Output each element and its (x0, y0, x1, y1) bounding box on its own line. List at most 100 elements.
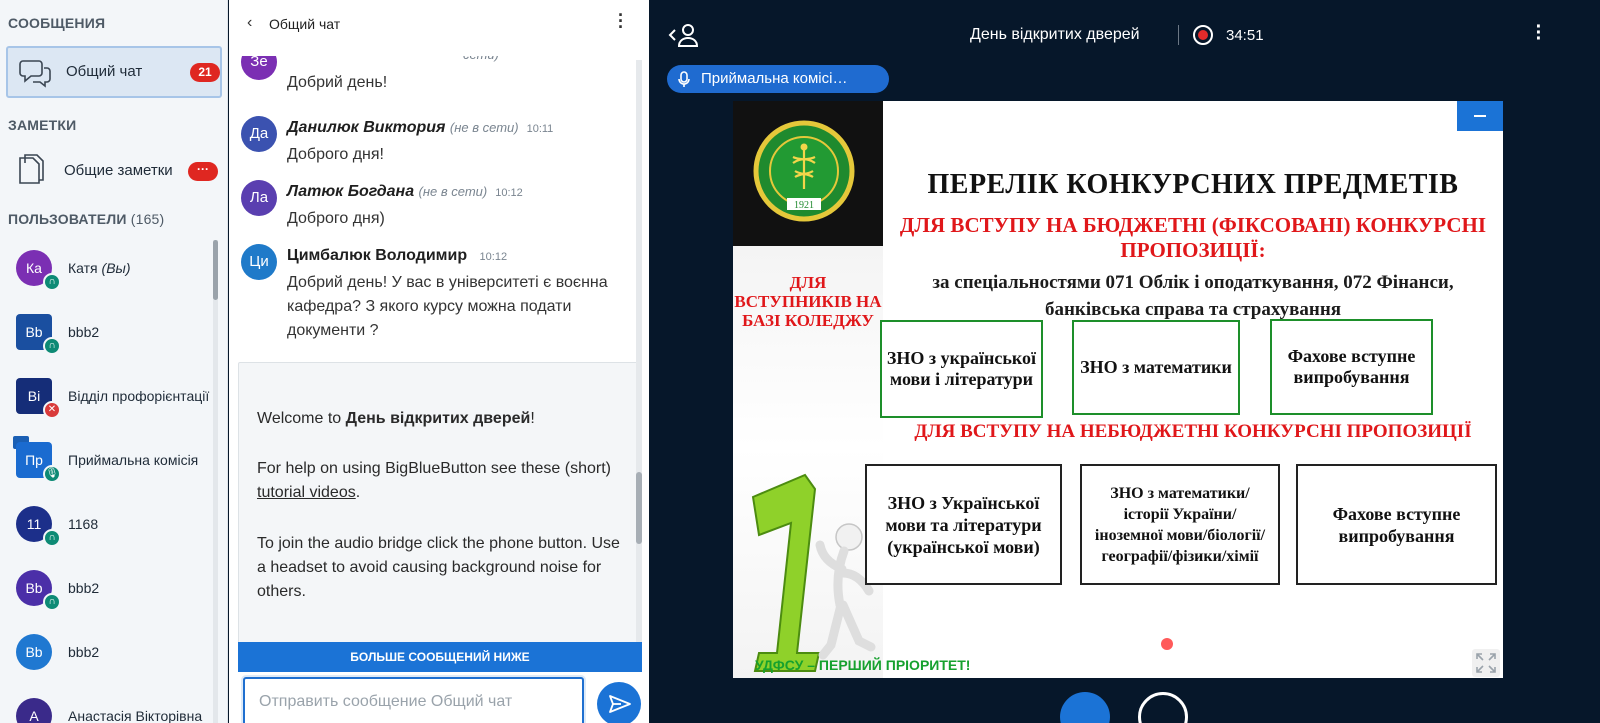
chat-scrollbar-thumb[interactable] (636, 472, 642, 544)
user-name: Відділ профорієнтації (68, 388, 210, 404)
budget-subject-box: Фахове вступне випробування (1270, 319, 1433, 415)
headphones-status-icon: ∩ (43, 529, 61, 547)
message-time: 10:12 (479, 251, 508, 263)
meeting-options-kebab-icon[interactable]: · · · (1533, 17, 1545, 49)
notes-badge: ··· (188, 162, 218, 181)
message-header: сети) (463, 56, 507, 64)
message-text: Доброго дня) (287, 210, 385, 227)
chat-scrollbar[interactable] (636, 60, 642, 642)
welcome-line: Welcome to День відкритих дверей! (257, 410, 535, 427)
chat-message-field[interactable] (243, 677, 584, 723)
minimize-presentation-button[interactable] (1457, 101, 1503, 131)
public-chat-label: Общий чат (66, 63, 143, 80)
contract-heading: ДЛЯ ВСТУПУ НА НЕБЮДЖЕТНІ КОНКУРСНІ ПРОПО… (914, 421, 1472, 442)
avatar: Bb (16, 634, 52, 670)
svg-text:1921: 1921 (794, 200, 814, 211)
message-avatar: Ла (241, 180, 277, 216)
message-time: 10:11 (526, 123, 554, 135)
recording-time: 34:51 (1226, 27, 1264, 44)
user-list-item[interactable]: 11 ∩ 1168 (0, 496, 212, 556)
tutorial-videos-link[interactable]: tutorial videos (257, 484, 356, 501)
offline-status: сети) (463, 56, 499, 62)
chat-message-input[interactable] (259, 693, 574, 711)
user-list: Ка ∩ Катя (Вы) Bb ∩ bbb2 Bi ✕ Відділ профорієнт… (0, 240, 212, 723)
offline-status: (не в сети) (418, 184, 488, 199)
presentation-slide: 1921 ДЛЯ ВСТУПНИКІВ НА БАЗІ КОЛЕДЖУ УДФС… (733, 101, 1503, 678)
user-list-item[interactable]: А Анастасія Вікторівна (0, 688, 212, 723)
slide-side-text: ДЛЯ ВСТУПНИКІВ НА БАЗІ КОЛЕДЖУ (734, 273, 882, 330)
user-list-item[interactable]: Bb bbb2 (0, 624, 212, 684)
message-avatar: Зе (241, 56, 277, 80)
scrollbar-thumb[interactable] (213, 240, 218, 300)
headphones-status-icon: ∩ (43, 593, 61, 611)
message-header: Цимбалюк Володимир 10:12 (287, 247, 507, 265)
document-icon (16, 154, 46, 193)
message-time: 10:12 (495, 187, 523, 199)
meeting-title: День відкритих дверей (970, 26, 1140, 43)
audio-button[interactable] (1060, 692, 1110, 723)
chat-title[interactable]: Общий чат (269, 16, 340, 32)
slide-footer-text: УДФСУ – ПЕРШИЙ ПРІОРИТЕТ! (755, 657, 971, 673)
user-list-icon (668, 24, 699, 47)
message-avatar: Да (241, 116, 277, 152)
users-count: (165) (130, 211, 165, 227)
budget-heading: ДЛЯ ВСТУПУ НА БЮДЖЕТНІ (ФІКСОВАНІ) КОНКУ… (899, 213, 1487, 262)
user-list-item[interactable]: Bb ∩ bbb2 (0, 560, 212, 620)
talking-indicator[interactable]: Приймальна комісі… (667, 65, 889, 93)
user-name: bbb2 (68, 644, 100, 660)
message-text: Добрий день! (287, 74, 388, 91)
chat-panel: ‹ Общий чат ··· Зе сети) Добрий день! Да Да… (229, 0, 649, 723)
shared-notes-label: Общие заметки (64, 162, 173, 179)
budget-subject-box: ЗНО з української мови і літератури (880, 320, 1043, 418)
public-chat-item[interactable]: Общий чат 21 (6, 46, 222, 98)
meeting-area: День відкритих дверей 34:51 · · · Приймаль… (650, 0, 1600, 723)
chat-options-kebab-icon[interactable]: · · · (615, 6, 627, 36)
specialties-text: за спеціальностями 071 Облік і оподаткув… (932, 272, 1454, 320)
user-list-scrollbar[interactable] (213, 240, 218, 723)
send-message-button[interactable] (597, 682, 641, 723)
user-list-item[interactable]: Bi ✕ Відділ профорієнтації (0, 368, 212, 428)
user-name: Приймальна комісія (68, 452, 199, 468)
chat-header: ‹ Общий чат · · · (229, 0, 649, 48)
mic-muted-status-icon: ✕ (43, 401, 61, 419)
user-list-item[interactable]: Пр 🎙 Приймальна комісія (0, 432, 212, 492)
user-name: bbb2 (68, 580, 100, 596)
university-seal-logo: 1921 (753, 120, 855, 222)
recording-indicator-icon[interactable] (1193, 25, 1213, 45)
unread-count-badge: 21 (190, 63, 220, 82)
avatar: А (16, 698, 52, 723)
video-button[interactable] (1138, 692, 1188, 723)
mic-status-icon: 🎙 (43, 465, 61, 483)
slide-left-strip: 1921 ДЛЯ ВСТУПНИКІВ НА БАЗІ КОЛЕДЖУ УДФС… (733, 101, 970, 678)
user-name: Катя (Вы) (68, 260, 131, 276)
message-text: Доброго дня! (287, 146, 384, 163)
minimize-icon (1474, 115, 1486, 117)
contract-subject-box: Фахове вступне випробування (1296, 464, 1497, 585)
contract-subject-box: ЗНО з Української мови та літератури (ук… (865, 464, 1062, 585)
back-chevron-icon[interactable]: ‹ (247, 14, 252, 32)
fullscreen-button[interactable] (1472, 649, 1500, 677)
talking-user-name: Приймальна комісі… (701, 70, 848, 87)
message-avatar: Ци (241, 244, 277, 280)
user-list-sidebar: СООБЩЕНИЯ Общий чат 21 ЗАМЕТКИ Общие зам… (0, 0, 228, 723)
offline-status: (не в сети) (449, 120, 519, 135)
user-name: bbb2 (68, 324, 100, 340)
more-messages-below-button[interactable]: БОЛЬШЕ СООБЩЕНИЙ НИЖЕ (238, 642, 642, 672)
budget-subject-box: ЗНО з математики (1072, 320, 1240, 415)
user-name: 1168 (68, 516, 99, 532)
title-separator (1178, 25, 1179, 45)
shared-notes-item[interactable]: Общие заметки ··· (6, 148, 222, 194)
welcome-help: For help on using BigBlueButton see thes… (257, 460, 611, 501)
contract-subject-box: ЗНО з математики/історії України/іноземн… (1080, 464, 1280, 585)
user-list-item[interactable]: Ка ∩ Катя (Вы) (0, 240, 212, 300)
headphones-status-icon: ∩ (43, 273, 61, 291)
user-name: Анастасія Вікторівна (68, 708, 203, 723)
message-list: Зе сети) Добрий день! Да Данилюк Виктория (… (229, 56, 639, 366)
toggle-user-list-button[interactable] (668, 22, 702, 48)
message-header: Данилюк Виктория (не в сети) 10:11 (287, 119, 553, 137)
message-text: Добрий день! У вас в університеті є воєн… (287, 274, 608, 339)
welcome-audio: To join the audio bridge click the phone… (257, 535, 620, 600)
user-list-item[interactable]: Bb ∩ bbb2 (0, 304, 212, 364)
messages-section-title: СООБЩЕНИЯ (8, 15, 106, 31)
message-author: Данилюк Виктория (287, 119, 446, 136)
